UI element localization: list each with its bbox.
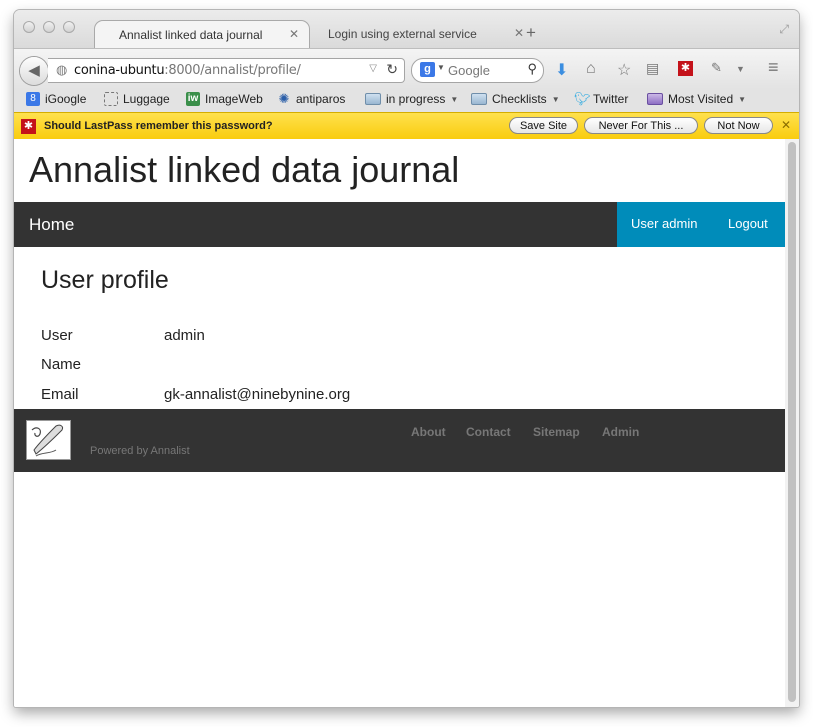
most-visited-icon: [647, 93, 663, 105]
antiparos-icon: ✺: [278, 91, 290, 106]
bookmark-luggage[interactable]: Luggage: [104, 92, 170, 106]
bookmark-star-icon[interactable]: ☆: [617, 60, 631, 80]
bookmark-folder-most-visited[interactable]: Most Visited ▼: [647, 92, 746, 106]
lastpass-icon[interactable]: ✱: [678, 61, 693, 76]
back-button[interactable]: ◀: [20, 57, 48, 85]
home-icon[interactable]: ⌂: [586, 60, 596, 78]
twitter-icon: 🐦︎: [574, 91, 591, 106]
admin-link[interactable]: Admin: [602, 425, 639, 439]
reload-icon[interactable]: ↻: [386, 61, 398, 78]
bookmark-igoogle[interactable]: 8 iGoogle: [26, 92, 86, 106]
navigation-toolbar: ◀ ◍ conina-ubuntu:8000/annalist/profile/…: [14, 48, 799, 89]
annalist-logo: [26, 420, 71, 460]
not-now-button[interactable]: Not Now: [704, 117, 773, 134]
fullscreen-icon[interactable]: ⤢: [779, 22, 789, 37]
folder-icon: [365, 93, 381, 105]
lastpass-notification-bar: ✱ Should LastPass remember this password…: [14, 112, 799, 140]
back-arrow-icon: ◀: [28, 62, 40, 79]
search-engine-icon[interactable]: g: [420, 62, 435, 77]
bookmark-label: Checklists: [492, 92, 547, 106]
bookmark-label: in progress: [386, 92, 446, 106]
email-value: gk-annalist@ninebynine.org: [164, 386, 351, 403]
tab-label: Login using external service: [328, 27, 477, 41]
chevron-down-icon: ▼: [551, 94, 560, 104]
about-link[interactable]: About: [411, 425, 446, 439]
chevron-down-icon: ▼: [738, 94, 747, 104]
history-dropdown-icon[interactable]: ▽: [369, 63, 377, 74]
powered-by-text: Powered by Annalist: [90, 445, 190, 457]
chevron-down-icon: ▼: [450, 94, 459, 104]
magnifier-icon[interactable]: ⚲: [527, 61, 537, 77]
bookmark-label: ImageWeb: [205, 92, 263, 106]
close-icon[interactable]: ✕: [781, 118, 791, 132]
search-placeholder: Google: [448, 63, 490, 78]
tab-annalist[interactable]: Annalist linked data journal ✕: [94, 20, 310, 48]
bookmark-antiparos[interactable]: ✺ antiparos: [277, 91, 346, 107]
user-nav-area: User admin Logout: [617, 202, 785, 247]
luggage-icon: [104, 92, 118, 106]
bookmarks-bar: 8 iGoogle Luggage iw ImageWeb ✺ antiparo…: [14, 88, 799, 112]
email-label: Email: [41, 386, 79, 403]
close-window-button[interactable]: [23, 21, 35, 33]
tab-close-icon[interactable]: ✕: [289, 27, 299, 41]
lastpass-message: Should LastPass remember this password?: [44, 120, 273, 132]
tab-strip: Annalist linked data journal ✕ Login usi…: [14, 10, 799, 48]
page-content: Annalist linked data journal Home User a…: [14, 139, 785, 707]
tab-label: Annalist linked data journal: [119, 27, 263, 42]
folder-icon: [471, 93, 487, 105]
bookmark-label: Most Visited: [668, 92, 734, 106]
extension-dropdown-icon[interactable]: ▼: [736, 64, 745, 74]
bookmark-label: Luggage: [123, 92, 170, 106]
lastpass-icon: ✱: [21, 119, 36, 134]
search-engine-dropdown-icon[interactable]: ▼: [437, 63, 445, 72]
user-label: User: [41, 327, 73, 344]
page-scrollbar[interactable]: [785, 139, 799, 707]
bookmark-folder-checklists[interactable]: Checklists ▼: [471, 92, 560, 106]
bookmark-folder-in-progress[interactable]: in progress ▼: [365, 92, 458, 106]
browser-window: Annalist linked data journal ✕ Login usi…: [14, 10, 799, 707]
page-footer: Powered by Annalist About Contact Sitema…: [14, 409, 785, 472]
igoogle-icon: 8: [26, 92, 40, 106]
bookmark-label: iGoogle: [45, 92, 87, 106]
bookmark-label: Twitter: [593, 92, 629, 106]
extension-icon[interactable]: ✎: [711, 60, 722, 76]
tab-close-icon[interactable]: ✕: [514, 26, 524, 40]
contact-link[interactable]: Contact: [466, 425, 511, 439]
search-bar[interactable]: g ▼ Google ⚲: [411, 58, 544, 83]
new-tab-button[interactable]: +: [526, 24, 536, 41]
bookmark-imageweb[interactable]: iw ImageWeb: [186, 92, 263, 106]
menu-icon[interactable]: ≡: [768, 57, 779, 78]
user-value: admin: [164, 327, 205, 344]
never-for-this-button[interactable]: Never For This ...: [584, 117, 698, 134]
home-link[interactable]: Home: [29, 215, 74, 235]
page-title: User profile: [41, 266, 169, 294]
reading-list-icon[interactable]: ▤: [646, 60, 659, 77]
top-nav-bar: Home User admin Logout: [14, 202, 785, 247]
minimize-window-button[interactable]: [43, 21, 55, 33]
site-title: Annalist linked data journal: [29, 149, 460, 190]
logout-link[interactable]: Logout: [728, 216, 768, 231]
tab-login[interactable]: Login using external service ✕: [314, 20, 534, 48]
imageweb-icon: iw: [186, 92, 200, 106]
zoom-window-button[interactable]: [63, 21, 75, 33]
url-text[interactable]: conina-ubuntu:8000/annalist/profile/: [74, 63, 301, 78]
name-label: Name: [41, 356, 82, 373]
downloads-icon[interactable]: ⬇: [555, 60, 568, 80]
bookmark-label: antiparos: [296, 92, 346, 106]
sitemap-link[interactable]: Sitemap: [533, 425, 580, 439]
url-bar[interactable]: ◍ conina-ubuntu:8000/annalist/profile/ ▽…: [48, 58, 405, 83]
globe-icon: ◍: [56, 62, 68, 77]
user-admin-link[interactable]: User admin: [631, 216, 697, 231]
bookmark-twitter[interactable]: 🐦︎ Twitter: [574, 91, 629, 107]
save-site-button[interactable]: Save Site: [509, 117, 578, 134]
scrollbar-thumb[interactable]: [788, 142, 796, 702]
